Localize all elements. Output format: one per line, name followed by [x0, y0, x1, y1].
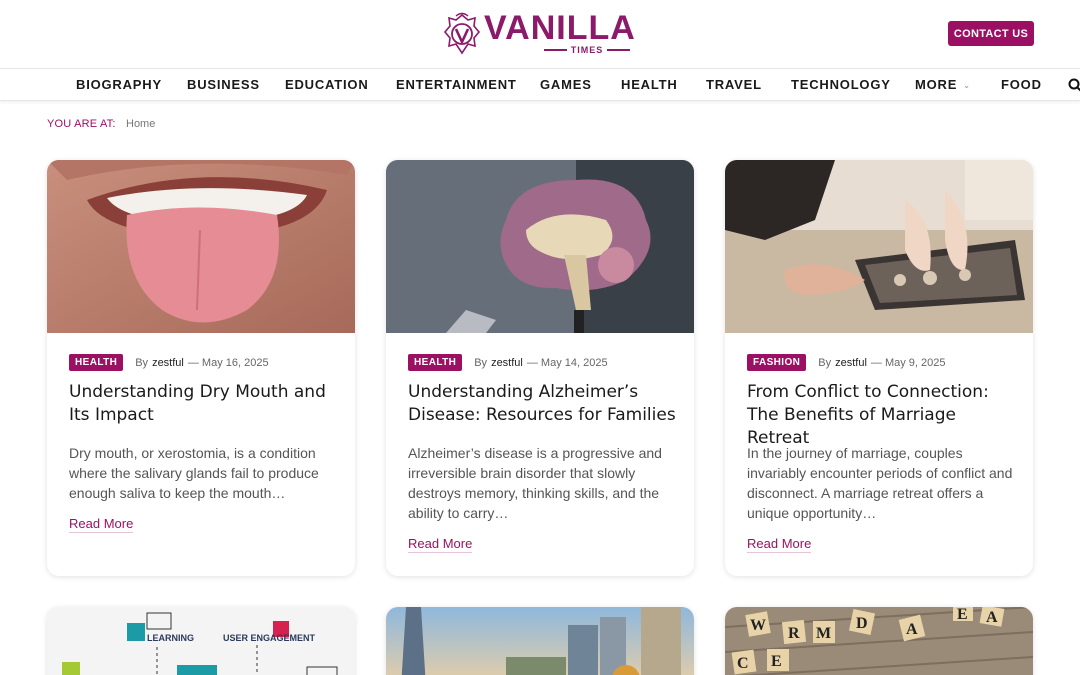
nav-item-health[interactable]: HEALTH: [621, 77, 678, 92]
breadcrumb-home-link[interactable]: Home: [126, 118, 155, 130]
nav-item-food[interactable]: FOOD: [1001, 77, 1042, 92]
post-card: FASHION By zestful — May 9, 2025 From Co…: [725, 160, 1033, 576]
by-label: By: [135, 356, 149, 369]
category-badge[interactable]: HEALTH: [69, 354, 124, 371]
nav-item-more[interactable]: MORE ⌄: [915, 77, 971, 92]
post-date: — May 16, 2025: [187, 356, 269, 369]
tile-letter: D: [856, 615, 868, 632]
category-badge[interactable]: FASHION: [747, 354, 807, 371]
post-excerpt: Dry mouth, or xerostomia, is a condition…: [69, 445, 319, 501]
image-label: USER ENGAGEMENT: [223, 633, 316, 643]
author-link[interactable]: zestful: [152, 357, 184, 369]
learning-engagement-image[interactable]: LEARNING USER ENGAGEMENT: [47, 607, 355, 675]
image-label: LEARNING: [147, 633, 194, 643]
post-meta: FASHION By zestful — May 9, 2025: [747, 354, 945, 371]
tile-letter: E: [957, 607, 968, 623]
read-more-link[interactable]: Read More: [69, 516, 134, 533]
nav-item-games[interactable]: GAMES: [540, 77, 592, 92]
tile-letter: A: [906, 621, 918, 638]
post-title[interactable]: Understanding Alzheimer’s Disease: Resou…: [408, 381, 678, 427]
breadcrumb: YOU ARE AT: Home: [47, 118, 155, 130]
post-title[interactable]: From Conflict to Connection: The Benefit…: [747, 381, 1017, 450]
main-nav: BIOGRAPHY BUSINESS EDUCATION ENTERTAINME…: [0, 68, 1080, 101]
logo-wordmark: VANILLA: [484, 10, 636, 46]
nav-item-biography[interactable]: BIOGRAPHY: [76, 77, 162, 92]
tile-letter: C: [737, 655, 749, 672]
city-skyline-image[interactable]: [386, 607, 694, 675]
post-meta: HEALTH By zestful — May 14, 2025: [408, 354, 608, 371]
nav-item-entertainment[interactable]: ENTERTAINMENT: [396, 77, 517, 92]
nav-item-technology[interactable]: TECHNOLOGY: [791, 77, 891, 92]
divider: [607, 49, 631, 51]
contact-us-button[interactable]: CONTACT US: [948, 21, 1034, 46]
post-card: W R M D A E A C E: [725, 607, 1033, 675]
nav-item-travel[interactable]: TRAVEL: [706, 77, 762, 92]
puzzle-hands-image[interactable]: [725, 160, 1033, 333]
chevron-down-icon: ⌄: [963, 81, 971, 91]
search-icon[interactable]: [1068, 78, 1080, 92]
post-card: HEALTH By zestful — May 14, 2025 Underst…: [386, 160, 694, 576]
by-label: By: [818, 356, 832, 369]
tile-letter: R: [788, 625, 800, 642]
nav-item-business[interactable]: BUSINESS: [187, 77, 260, 92]
category-badge[interactable]: HEALTH: [408, 354, 463, 371]
post-date: — May 9, 2025: [870, 356, 946, 369]
logo-subtitle: TIMES: [544, 45, 631, 55]
read-more-link[interactable]: Read More: [747, 536, 812, 553]
tile-letter: W: [750, 617, 766, 634]
author-link[interactable]: zestful: [835, 357, 867, 369]
breadcrumb-label: YOU ARE AT:: [47, 118, 116, 130]
logo-name: VANILLA: [484, 9, 636, 47]
nav-item-more-label: MORE: [915, 77, 958, 92]
tile-letter: M: [816, 625, 831, 642]
nav-item-education[interactable]: EDUCATION: [285, 77, 369, 92]
post-card: LEARNING USER ENGAGEMENT: [47, 607, 355, 675]
post-date: — May 14, 2025: [526, 356, 608, 369]
divider: [544, 49, 567, 51]
post-card: [386, 607, 694, 675]
tile-letter: A: [986, 609, 998, 626]
site-header: VANILLA TIMES CONTACT US: [0, 0, 1080, 68]
scrabble-tiles-image[interactable]: W R M D A E A C E: [725, 607, 1033, 675]
author-link[interactable]: zestful: [491, 357, 523, 369]
logo-subtitle-text: TIMES: [570, 45, 604, 55]
site-logo[interactable]: VANILLA TIMES: [442, 10, 642, 58]
read-more-link[interactable]: Read More: [408, 536, 473, 553]
post-meta: HEALTH By zestful — May 16, 2025: [69, 354, 269, 371]
post-excerpt: In the journey of marriage, couples inva…: [747, 445, 1013, 521]
brain-model-image[interactable]: [386, 160, 694, 333]
by-label: By: [474, 356, 488, 369]
mouth-tongue-image[interactable]: [47, 160, 355, 333]
post-title[interactable]: Understanding Dry Mouth and Its Impact: [69, 381, 339, 427]
tile-letter: E: [771, 653, 782, 670]
post-excerpt: Alzheimer’s disease is a progressive and…: [408, 445, 662, 521]
crest-icon: [443, 12, 481, 55]
post-card: HEALTH By zestful — May 16, 2025 Underst…: [47, 160, 355, 576]
